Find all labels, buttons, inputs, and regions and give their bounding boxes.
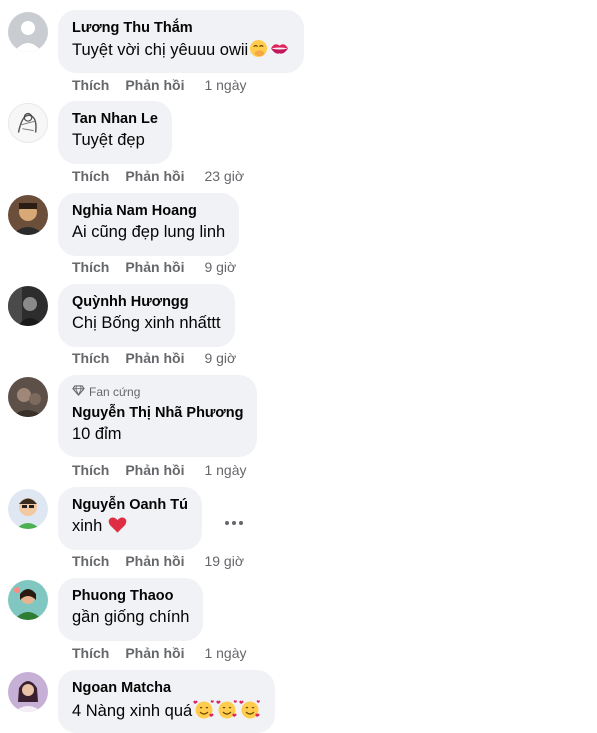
comment-bubble: Lương Thu Thắm Tuyệt vời chị yêuuu owii [58,10,305,73]
comment-bubble: Nguyễn Oanh Tú xinh [58,487,202,550]
like-button[interactable]: Thích [72,553,109,569]
badge-label: Fan cứng [89,385,141,399]
comment-bubble: Quỳnhh Hươngg Chị Bống xinh nhấttt [58,284,235,347]
comment-timestamp[interactable]: 1 ngày [204,462,246,478]
comment-timestamp[interactable]: 9 giờ [204,259,236,275]
avatar[interactable] [8,489,48,529]
comment-actions: Thích Phản hồi 19 giờ [72,553,244,569]
like-button[interactable]: Thích [72,645,109,661]
like-button[interactable]: Thích [72,462,109,478]
comment-text: Tuyệt vời chị yêuuu owii [72,39,290,64]
kiss-mark-icon [269,39,290,64]
avatar[interactable] [8,103,48,143]
comment-author[interactable]: Lương Thu Thắm [72,19,290,37]
comment-actions: Thích Phản hồi 23 giờ [72,168,244,184]
more-options-button[interactable] [218,503,250,535]
comment-text: 10 đỉm [72,425,122,443]
comment-author[interactable]: Nguyễn Oanh Tú [72,496,188,514]
avatar[interactable] [8,195,48,235]
comment-bubble: Nghia Nam Hoang Ai cũng đẹp lung linh [58,193,240,256]
comment-author[interactable]: Nguyễn Thị Nhã Phương [72,404,243,422]
like-button[interactable]: Thích [72,77,109,93]
avatar-default[interactable] [8,12,48,52]
comment-actions: Thích Phản hồi 9 giờ [72,350,236,366]
avatar[interactable] [8,377,48,417]
top-fan-badge: Fan cứng [72,384,243,400]
comment-actions: Thích Phản hồi 1 ngày [72,77,247,93]
comment-author[interactable]: Quỳnhh Hươngg [72,293,221,311]
comment-text: 4 Nàng xinh quá [72,699,261,725]
smiling-face-with-hearts-icon [216,699,238,725]
more-dots-icon [225,509,243,530]
comment-bubble: Phuong Thaoo gần giống chính [58,578,204,641]
reply-button[interactable]: Phản hồi [125,645,184,661]
red-heart-icon [108,516,127,540]
comment-author[interactable]: Ngoan Matcha [72,679,261,697]
reply-button[interactable]: Phản hồi [125,462,184,478]
comment-timestamp[interactable]: 1 ngày [204,77,246,93]
reply-button[interactable]: Phản hồi [125,259,184,275]
comment-actions: Thích Phản hồi 1 ngày [72,462,247,478]
comment-timestamp[interactable]: 9 giờ [204,350,236,366]
reply-button[interactable]: Phản hồi [125,553,184,569]
avatar[interactable] [8,672,48,712]
comment-text: Ai cũng đẹp lung linh [72,223,226,241]
avatar[interactable] [8,286,48,326]
comment-timestamp[interactable]: 23 giờ [204,168,244,184]
reply-button[interactable]: Phản hồi [125,350,184,366]
comment-text: gần giống chính [72,608,190,626]
comment-author[interactable]: Phuong Thaoo [72,587,189,605]
smiling-face-with-hearts-icon [193,699,215,725]
comment-timestamp[interactable]: 1 ngày [204,645,246,661]
comment-timestamp[interactable]: 19 giờ [204,553,244,569]
comment-text: Chị Bống xinh nhấttt [72,314,221,332]
reply-button[interactable]: Phản hồi [125,168,184,184]
like-button[interactable]: Thích [72,168,109,184]
comment-list: Lương Thu Thắm Tuyệt vời chị yêuuu owii … [0,0,597,733]
comment-actions: Thích Phản hồi 9 giờ [72,259,236,275]
smiling-face-with-hand-over-mouth-icon [249,39,268,64]
comment-bubble: Tan Nhan Le Tuyệt đẹp [58,101,172,164]
comment-text: xinh [72,516,188,540]
comment-bubble: Ngoan Matcha 4 Nàng xinh quá [58,670,276,733]
comment-bubble: Fan cứng Nguyễn Thị Nhã Phương 10 đỉm [58,375,258,457]
avatar[interactable] [8,580,48,620]
like-button[interactable]: Thích [72,350,109,366]
comment-author[interactable]: Tan Nhan Le [72,110,158,128]
comment-author[interactable]: Nghia Nam Hoang [72,202,225,220]
diamond-icon [72,384,85,400]
like-button[interactable]: Thích [72,259,109,275]
smiling-face-with-hearts-icon [239,699,261,725]
comment-actions: Thích Phản hồi 1 ngày [72,645,247,661]
reply-button[interactable]: Phản hồi [125,77,184,93]
comment-text: Tuyệt đẹp [72,131,145,149]
